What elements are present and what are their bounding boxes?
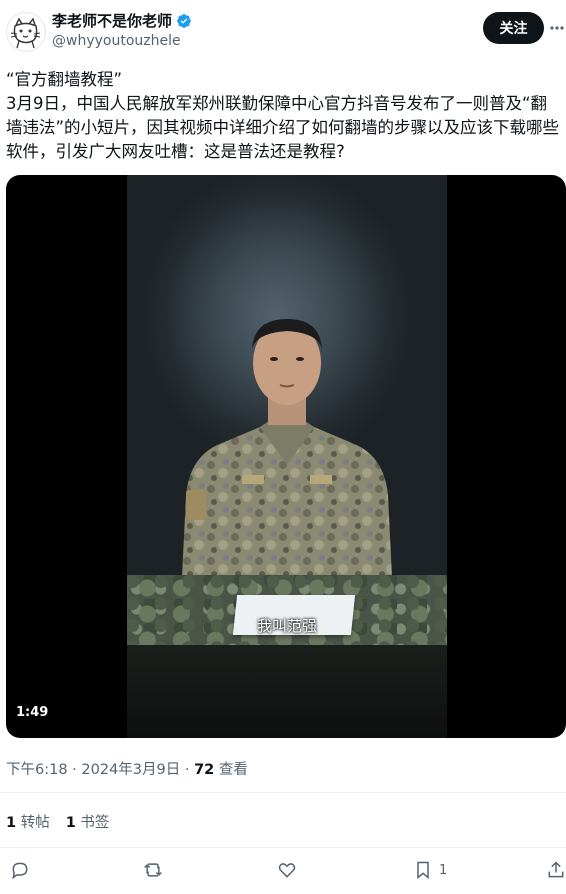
meta-separator-2: · — [180, 762, 195, 778]
tweet-text: “官方翻墙教程” 3月9日，中国人民解放军郑州联勤保障中心官方抖音号发布了一则普… — [6, 70, 560, 161]
retweet-button[interactable] — [143, 858, 163, 882]
bookmark-count: 1 — [439, 862, 448, 878]
retweets-stat[interactable]: 1 转帖 — [6, 811, 50, 832]
tweet-header: 李老师不是你老师 @whyyoutouzhele 关注 — [0, 0, 566, 60]
video-frame — [127, 175, 447, 738]
share-button[interactable] — [546, 858, 566, 882]
table-shadow — [127, 645, 447, 738]
soldier-figure — [182, 319, 392, 577]
divider — [0, 792, 566, 793]
divider — [0, 847, 566, 848]
video-subtitle: 我叫范强 — [256, 617, 317, 635]
tweet-date[interactable]: 2024年3月9日 — [81, 762, 180, 778]
video-player[interactable]: 我叫范强 1:49 — [6, 175, 566, 738]
bookmarks-label: 书签 — [80, 815, 110, 831]
verified-badge-icon — [177, 13, 191, 28]
action-bar: 1 — [0, 855, 566, 885]
views-count: 72 — [194, 762, 215, 778]
tweet-time[interactable]: 下午6:18 — [6, 762, 68, 778]
share-icon — [548, 861, 564, 878]
reply-icon — [12, 862, 28, 880]
cat-doodle-icon — [10, 17, 41, 49]
meta-separator: · — [67, 762, 82, 778]
reply-button[interactable] — [10, 858, 30, 882]
user-handle[interactable]: @whyyoutouzhele — [52, 33, 181, 49]
bookmarks-stat[interactable]: 1 书签 — [66, 811, 110, 832]
heart-icon — [278, 863, 296, 878]
bookmark-button[interactable]: 1 — [413, 858, 447, 882]
avatar[interactable] — [6, 12, 46, 52]
video-duration: 1:49 — [16, 705, 49, 720]
bookmark-icon — [417, 861, 429, 880]
retweets-count: 1 — [6, 815, 17, 831]
like-button[interactable] — [277, 858, 297, 882]
views-label: 查看 — [214, 762, 248, 778]
retweets-label: 转帖 — [20, 815, 50, 831]
retweet-icon — [144, 863, 162, 877]
bookmarks-count: 1 — [65, 815, 76, 831]
follow-button[interactable]: 关注 — [483, 12, 544, 44]
tweet-stats: 1 转帖 1 书签 — [6, 811, 109, 832]
more-horizontal-icon[interactable] — [549, 16, 565, 40]
name-row: 李老师不是你老师 — [52, 10, 192, 31]
tweet-meta: 下午6:18 · 2024年3月9日 · 72 查看 — [6, 758, 248, 779]
display-name[interactable]: 李老师不是你老师 — [52, 10, 172, 31]
